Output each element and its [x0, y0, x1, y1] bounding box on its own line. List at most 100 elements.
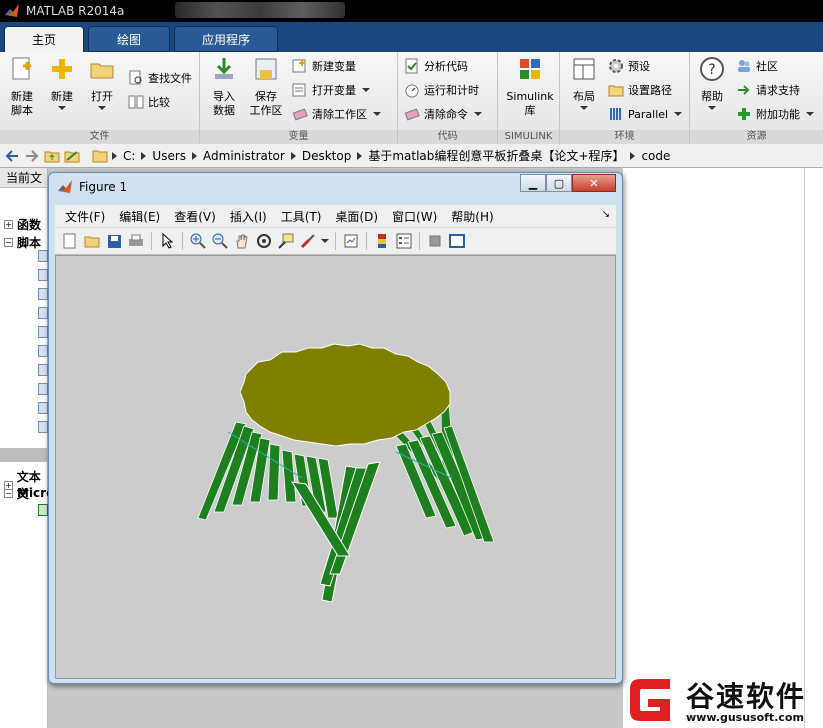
simulink-library-button[interactable]: Simulink 库	[504, 56, 556, 118]
dock-arrow-icon[interactable]: ↘	[602, 209, 610, 220]
link-plot-button[interactable]	[342, 232, 360, 250]
minimize-icon: ▁	[528, 176, 538, 190]
excel-file-icon[interactable]	[38, 504, 48, 516]
browse-folder-icon[interactable]	[64, 148, 80, 164]
preferences-button[interactable]: 预设	[608, 56, 650, 76]
m-file-icon[interactable]	[38, 383, 48, 395]
tree-group-microsoft[interactable]: − Micro	[4, 486, 54, 500]
zoom-out-button[interactable]	[211, 232, 229, 250]
menu-window[interactable]: 窗口(W)	[392, 208, 437, 225]
m-file-icon[interactable]	[38, 421, 48, 433]
forward-arrow-icon[interactable]	[24, 148, 40, 164]
quick-access-toolbar[interactable]	[175, 2, 345, 18]
open-file-button[interactable]	[83, 232, 101, 250]
parallel-button[interactable]: Parallel	[608, 104, 683, 124]
brush-dropdown[interactable]	[321, 232, 329, 250]
current-folder-header: 当前文	[0, 168, 47, 188]
collapse-icon[interactable]: −	[4, 238, 13, 247]
tree-group-functions[interactable]: + 函数	[4, 216, 41, 233]
menu-desktop[interactable]: 桌面(D)	[335, 208, 378, 225]
m-file-icon[interactable]	[38, 364, 48, 376]
expand-icon[interactable]: +	[4, 220, 13, 229]
breadcrumb-item[interactable]: Users	[152, 149, 186, 163]
breadcrumb-item[interactable]: code	[641, 149, 670, 163]
up-folder-icon[interactable]	[44, 148, 60, 164]
open-button[interactable]: 打开	[82, 56, 122, 110]
folder-icon	[90, 63, 114, 79]
tab-home[interactable]: 主页	[4, 26, 84, 52]
tree-group-scripts[interactable]: − 脚本	[4, 234, 41, 251]
save-workspace-button[interactable]: 保存 工作区	[246, 56, 286, 118]
new-script-icon	[12, 57, 31, 80]
breadcrumb-item[interactable]: Desktop	[302, 149, 352, 163]
folding-table-plot	[197, 343, 495, 603]
maximize-button[interactable]: ▢	[546, 174, 572, 192]
m-file-icon[interactable]	[38, 250, 48, 262]
menu-tools[interactable]: 工具(T)	[281, 208, 322, 225]
m-file-icon[interactable]	[38, 307, 48, 319]
new-variable-icon	[292, 59, 306, 73]
data-cursor-button[interactable]	[277, 232, 295, 250]
chevron-down-icon	[674, 112, 683, 116]
layout-button[interactable]: 布局	[564, 56, 604, 110]
menu-file[interactable]: 文件(F)	[65, 208, 105, 225]
selected-file-row[interactable]	[0, 448, 48, 462]
back-arrow-icon[interactable]	[4, 148, 20, 164]
breadcrumb-item[interactable]: Administrator	[203, 149, 285, 163]
help-icon: ?	[700, 57, 724, 81]
m-file-icon[interactable]	[38, 288, 48, 300]
addons-button[interactable]: 附加功能	[736, 104, 814, 124]
pan-button[interactable]	[233, 232, 251, 250]
community-button[interactable]: 社区	[736, 56, 778, 76]
rotate-3d-button[interactable]	[255, 232, 273, 250]
analyze-code-button[interactable]: 分析代码	[404, 56, 468, 76]
find-files-button[interactable]: 查找文件	[128, 68, 192, 88]
run-and-time-button[interactable]: 运行和计时	[404, 80, 479, 100]
print-figure-button[interactable]	[127, 232, 145, 250]
figure-title: Figure 1	[79, 180, 128, 194]
m-file-icon[interactable]	[38, 402, 48, 414]
legend-button[interactable]	[395, 232, 413, 250]
edit-plot-button[interactable]	[158, 232, 176, 250]
close-button[interactable]: ✕	[572, 174, 616, 192]
new-button[interactable]: 新建	[42, 56, 82, 110]
matlab-logo-icon	[58, 180, 72, 193]
collapse-icon[interactable]: −	[4, 488, 13, 498]
hide-plot-tools-button[interactable]	[426, 232, 444, 250]
request-support-button[interactable]: 请求支持	[736, 80, 800, 100]
app-title-bar: MATLAB R2014a	[0, 0, 823, 22]
address-bar: C: Users Administrator Desktop 基于matlab编…	[0, 144, 823, 168]
clear-commands-button[interactable]: 清除命令	[404, 104, 482, 124]
new-figure-button[interactable]	[61, 232, 79, 250]
minimize-button[interactable]: ▁	[520, 174, 546, 192]
save-figure-button[interactable]	[105, 232, 123, 250]
m-file-icon[interactable]	[38, 345, 48, 357]
clear-workspace-button[interactable]: 清除工作区	[292, 104, 381, 124]
gear-icon	[609, 59, 623, 73]
m-file-icon[interactable]	[38, 269, 48, 281]
zoom-in-button[interactable]	[189, 232, 207, 250]
figure-title-bar[interactable]: Figure 1 ▁ ▢ ✕	[49, 173, 622, 201]
tab-apps[interactable]: 应用程序	[174, 26, 278, 52]
compare-button[interactable]: 比较	[128, 92, 170, 112]
help-button[interactable]: ? 帮助	[692, 56, 732, 110]
menu-view[interactable]: 查看(V)	[174, 208, 216, 225]
set-path-button[interactable]: 设置路径	[608, 80, 672, 100]
breadcrumb-item[interactable]: 基于matlab编程创意平板折叠桌【论文+程序】	[368, 147, 624, 164]
brush-button[interactable]	[299, 232, 317, 250]
m-file-icon[interactable]	[38, 326, 48, 338]
import-data-button[interactable]: 导入 数据	[204, 56, 244, 118]
new-script-button[interactable]: 新建 脚本	[2, 56, 42, 118]
new-variable-button[interactable]: 新建变量	[292, 56, 356, 76]
open-variable-button[interactable]: 打开变量	[292, 80, 370, 100]
colorbar-button[interactable]	[373, 232, 391, 250]
menu-edit[interactable]: 编辑(E)	[119, 208, 160, 225]
tab-plots[interactable]: 绘图	[88, 26, 170, 52]
plus-icon	[52, 59, 72, 79]
figure-axes-canvas[interactable]	[55, 255, 616, 679]
menu-help[interactable]: 帮助(H)	[451, 208, 493, 225]
table-legs-right	[395, 425, 495, 543]
show-plot-tools-button[interactable]	[448, 232, 466, 250]
breadcrumb-item[interactable]: C:	[123, 149, 135, 163]
menu-insert[interactable]: 插入(I)	[230, 208, 267, 225]
